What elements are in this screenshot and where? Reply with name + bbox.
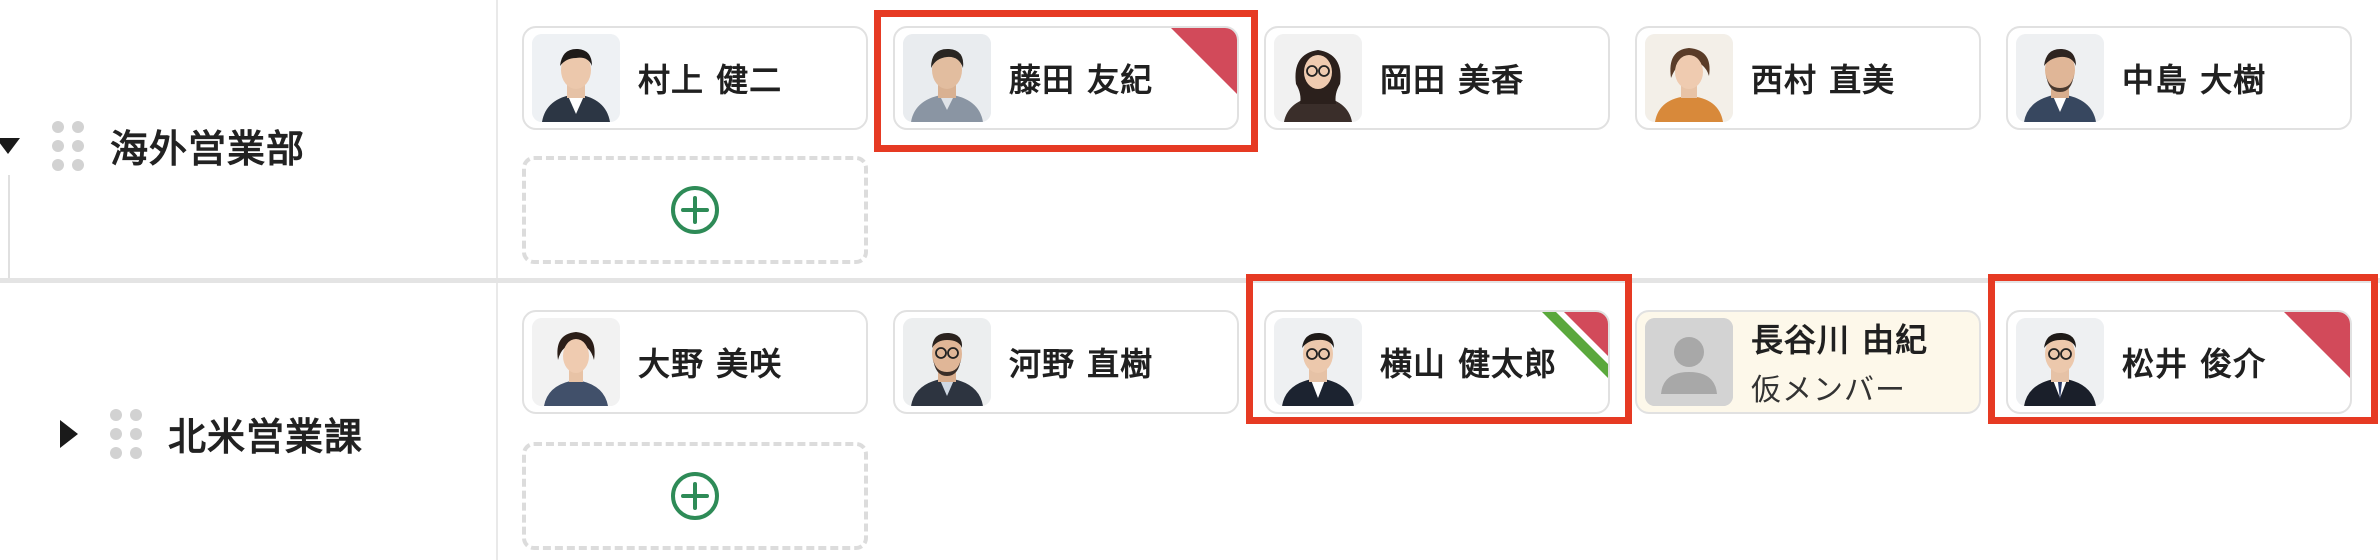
add-member-slot[interactable] <box>522 442 868 550</box>
plus-circle-icon[interactable] <box>669 470 721 522</box>
member-name: 村上 健二 <box>638 61 783 99</box>
avatar <box>532 34 620 122</box>
avatar <box>1274 318 1362 406</box>
member-name: 岡田 美香 <box>1380 61 1525 99</box>
avatar <box>532 318 620 406</box>
member-card[interactable]: 中島 大樹 <box>2006 26 2352 130</box>
avatar <box>2016 318 2104 406</box>
avatar <box>903 318 991 406</box>
provisional-label: 仮メンバー <box>1751 373 1906 408</box>
member-name: 藤田 友紀 <box>1009 61 1154 99</box>
group-name: 北米営業課 <box>168 415 364 459</box>
plus-circle-icon[interactable] <box>669 184 721 236</box>
member-name: 西村 直美 <box>1751 61 1896 99</box>
group-row-overseas-sales: 海外営業部 村上 健二 藤田 友紀 岡田 美香 西村 直美 中島 大樹 <box>0 0 2380 280</box>
tree-line <box>8 175 10 280</box>
caret-down-icon[interactable] <box>0 137 20 154</box>
member-card[interactable]: 横山 健太郎 <box>1264 310 1610 414</box>
member-name: 河野 直樹 <box>1009 345 1154 383</box>
group-label: 海外営業部 <box>0 118 305 173</box>
member-card[interactable]: 村上 健二 <box>522 26 868 130</box>
drag-handle-icon[interactable] <box>52 120 84 171</box>
member-card[interactable]: 西村 直美 <box>1635 26 1981 130</box>
member-card[interactable]: 岡田 美香 <box>1264 26 1610 130</box>
member-card-provisional[interactable]: 長谷川 由紀 仮メンバー <box>1635 310 1981 414</box>
status-flag-icon <box>2284 312 2350 378</box>
member-card[interactable]: 大野 美咲 <box>522 310 868 414</box>
member-card[interactable]: 藤田 友紀 <box>893 26 1239 130</box>
avatar <box>1645 34 1733 122</box>
member-name: 長谷川 由紀 <box>1751 321 1929 359</box>
avatar <box>903 34 991 122</box>
add-member-slot[interactable] <box>522 156 868 264</box>
person-placeholder-icon <box>1645 318 1733 406</box>
member-card[interactable]: 松井 俊介 <box>2006 310 2352 414</box>
status-flag-icon <box>1542 312 1608 378</box>
avatar <box>1274 34 1362 122</box>
member-name: 大野 美咲 <box>638 345 783 383</box>
member-name: 横山 健太郎 <box>1380 345 1558 383</box>
member-name: 中島 大樹 <box>2122 61 2267 99</box>
avatar <box>2016 34 2104 122</box>
member-name: 松井 俊介 <box>2122 345 2267 383</box>
group-label: 北米営業課 <box>60 406 363 461</box>
member-card[interactable]: 河野 直樹 <box>893 310 1239 414</box>
caret-right-icon[interactable] <box>60 419 78 448</box>
group-name: 海外営業部 <box>110 127 306 171</box>
status-flag-icon <box>1171 28 1237 94</box>
group-row-na-sales: 北米営業課 大野 美咲 河野 直樹 横山 健太郎 長谷川 由紀 仮メンバー 松井… <box>0 274 2380 560</box>
drag-handle-icon[interactable] <box>110 408 142 459</box>
